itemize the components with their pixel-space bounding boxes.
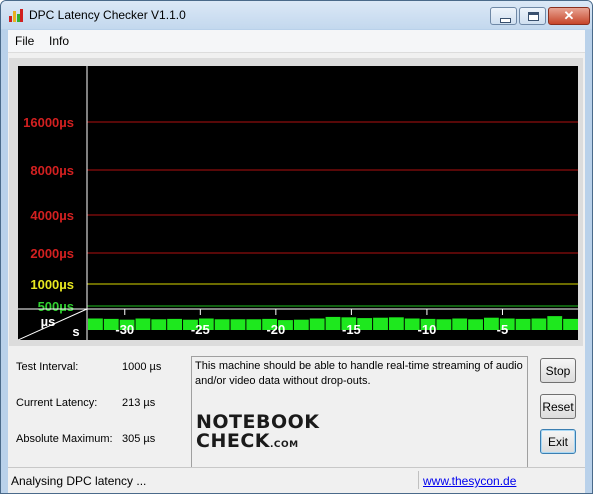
latency-bar (468, 319, 483, 330)
exit-button[interactable]: Exit (540, 429, 576, 454)
notebookcheck-logo: NOTEBOOK CHECK.COM (196, 413, 320, 455)
latency-bar (230, 319, 246, 330)
message-box: This machine should be able to handle re… (191, 356, 528, 482)
y-tick-label: 1000µs (30, 277, 74, 292)
absolute-maximum-label: Absolute Maximum: (16, 433, 113, 445)
menu-file[interactable]: File (15, 34, 34, 48)
latency-bar (293, 319, 309, 330)
latency-bar (531, 318, 547, 330)
latency-bar (452, 318, 468, 330)
status-separator (418, 471, 419, 489)
x-axis-unit-label: s (72, 324, 79, 339)
close-icon: ✕ (563, 8, 575, 23)
logo-line2: CHECK (196, 430, 270, 452)
x-tick-label: -10 (418, 322, 437, 337)
latency-bar (135, 318, 151, 330)
y-tick-label: 500µs (38, 299, 74, 314)
logo-suffix: .COM (270, 440, 299, 450)
latency-bar (88, 318, 103, 330)
test-interval-value: 1000 µs (122, 361, 162, 373)
menu-bar: File Info (8, 30, 585, 53)
latency-chart: 16000µs 8000µs 4000µs 2000µs 1000µs 500µsµs s -… (18, 66, 578, 340)
y-tick-label: 2000µs (30, 246, 74, 261)
maximize-icon (528, 12, 539, 21)
latency-bar (151, 319, 167, 330)
latency-bar (547, 316, 563, 330)
y-axis-unit-label: µs (41, 314, 56, 329)
latency-bar (214, 319, 230, 330)
latency-bar (436, 319, 452, 330)
status-message: This machine should be able to handle re… (195, 360, 523, 387)
test-interval-label: Test Interval: (16, 361, 79, 373)
x-tick-label: -15 (342, 322, 361, 337)
x-tick-label: -5 (497, 322, 509, 337)
status-bar: Analysing DPC latency ... www.thesycon.d… (8, 467, 585, 492)
current-latency-value: 213 µs (122, 397, 156, 409)
latency-bar (388, 317, 404, 330)
chart-panel: 16000µs 8000µs 4000µs 2000µs 1000µs 500µs µs s -… (9, 58, 583, 346)
current-latency-label: Current Latency: (16, 397, 98, 409)
y-tick-label: 4000µs (30, 208, 74, 223)
latency-bar (515, 318, 531, 330)
latency-bar (309, 318, 325, 330)
latency-bar (167, 318, 183, 330)
reset-button[interactable]: Reset (540, 394, 576, 419)
close-button[interactable]: ✕ (548, 7, 590, 25)
status-text: Analysing DPC latency ... (11, 474, 147, 488)
minimize-button[interactable] (490, 7, 517, 25)
latency-bar (246, 319, 262, 330)
chart-background (18, 66, 578, 340)
maximize-button[interactable] (519, 7, 546, 25)
app-window: DPC Latency Checker V1.1.0 ✕ File Info 1… (0, 0, 593, 494)
stop-button[interactable]: Stop (540, 358, 576, 383)
latency-bar (325, 316, 341, 330)
latency-bar (373, 317, 388, 330)
window-title: DPC Latency Checker V1.1.0 (29, 8, 186, 22)
minimize-icon (500, 18, 511, 23)
x-tick-label: -20 (266, 322, 285, 337)
title-bar[interactable]: DPC Latency Checker V1.1.0 ✕ (1, 1, 592, 29)
app-icon (9, 9, 23, 22)
latency-bar (563, 318, 578, 330)
absolute-maximum-value: 305 µs (122, 433, 156, 445)
website-link[interactable]: www.thesycon.de (423, 474, 516, 488)
x-tick-label: -30 (115, 322, 134, 337)
y-tick-label: 16000µs (23, 115, 74, 130)
client-area: File Info 16000µs 8000µs 4000µs 2000µs 1000µ… (8, 30, 585, 493)
menu-info[interactable]: Info (49, 34, 69, 48)
y-tick-label: 8000µs (30, 163, 74, 178)
x-tick-label: -25 (191, 322, 210, 337)
